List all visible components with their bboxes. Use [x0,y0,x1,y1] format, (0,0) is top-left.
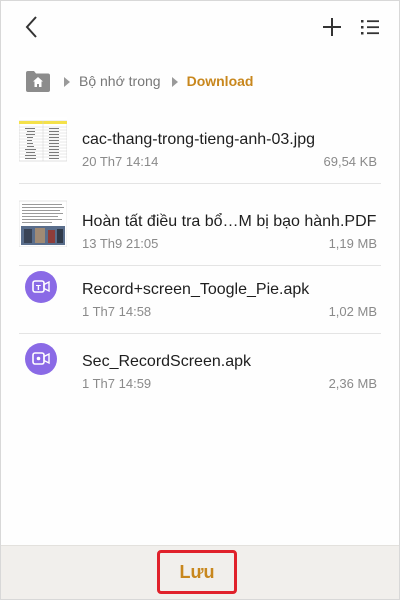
file-name: cac-thang-trong-tieng-anh-03.jpg [82,131,316,148]
file-size: 1,19 MB [328,236,377,251]
save-button-label: Lưu [179,561,215,582]
screen-recorder-app-icon: T [25,271,57,303]
spreadsheet-image-thumbnail [19,117,67,165]
file-name: Sec_RecordScreen.apk [82,353,251,370]
breadcrumb-separator-icon [64,76,70,87]
svg-text:T: T [36,284,41,292]
breadcrumb-separator-icon [171,76,178,87]
breadcrumb: Bộ nhớ trong Download [25,67,253,95]
save-button[interactable]: Lưu [157,550,237,594]
file-name: Record+screen_Toogle_Pie.apk [82,281,310,298]
back-arrow-icon[interactable] [19,13,47,41]
file-date: 1 Th7 14:58 [82,304,152,319]
file-date: 1 Th7 14:59 [82,376,152,391]
list-item[interactable]: Sec_RecordScreen.apk 1 Th7 14:59 2,36 MB [1,335,399,395]
file-size: 1,02 MB [328,304,377,319]
bottom-action-bar: Lưu [1,545,399,599]
list-view-icon[interactable] [357,14,383,40]
file-date: 20 Th7 14:14 [82,154,159,169]
file-picker-screen: Bộ nhớ trong Download cac-thang-trong-ti… [0,0,400,600]
divider [19,333,381,334]
top-app-bar [1,1,399,53]
file-date: 13 Th9 21:05 [82,236,159,251]
list-item[interactable]: cac-thang-trong-tieng-anh-03.jpg 20 Th7 … [1,113,399,184]
breadcrumb-item-internal-storage[interactable]: Bộ nhớ trong [79,73,161,89]
screen-recorder-app-icon [25,343,57,375]
divider [19,183,381,184]
home-folder-icon[interactable] [25,69,51,93]
pdf-document-thumbnail [19,199,67,247]
list-item[interactable]: Hoàn tất điều tra bổ…M bị bạo hành.PDF 1… [1,195,399,266]
breadcrumb-item-download[interactable]: Download [187,73,254,89]
file-size: 69,54 KB [323,154,378,169]
file-size: 2,36 MB [328,376,377,391]
list-item[interactable]: T Record+screen_Toogle_Pie.apk 1 Th7 14:… [1,263,399,334]
file-name: Hoàn tất điều tra bổ…M bị bạo hành.PDF [82,213,377,230]
plus-icon[interactable] [319,14,345,40]
